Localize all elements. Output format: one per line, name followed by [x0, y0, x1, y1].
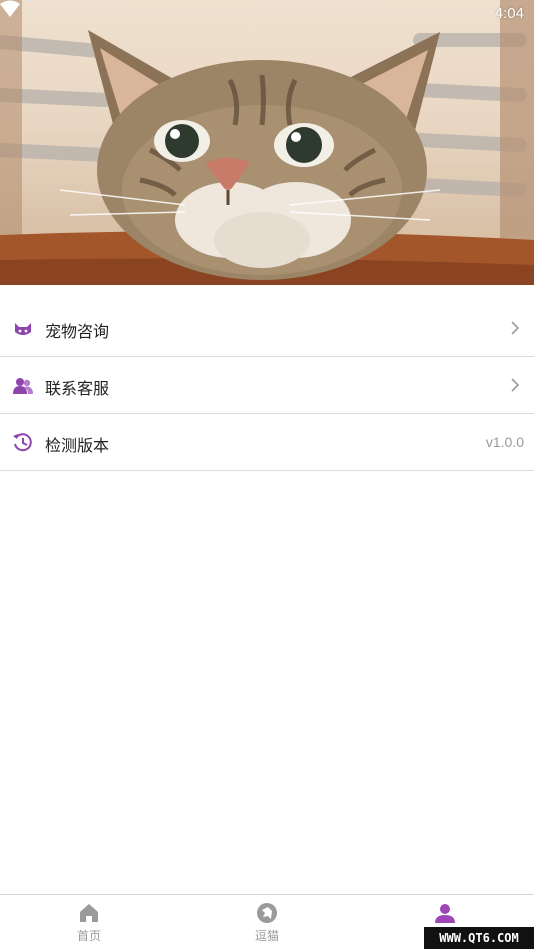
- settings-menu: 宠物咨询 联系客服 检测版本 v1.0.0: [0, 300, 534, 471]
- header-cat-photo: 4:04: [0, 0, 534, 285]
- pet-icon: [257, 903, 277, 923]
- menu-item-check-version[interactable]: 检测版本 v1.0.0: [0, 414, 534, 471]
- status-time: 4:04: [494, 5, 524, 22]
- history-icon: [13, 433, 32, 452]
- home-icon: [80, 904, 98, 922]
- menu-item-contact-support[interactable]: 联系客服: [0, 357, 534, 414]
- wifi-icon: [0, 0, 20, 17]
- menu-item-label: 检测版本: [45, 436, 110, 455]
- user-icon: [435, 904, 455, 923]
- chevron-right-icon: [511, 378, 520, 392]
- status-bar: 4:04: [0, 0, 534, 28]
- menu-item-label: 宠物咨询: [45, 322, 110, 341]
- watermark: WWW.QT6.COM: [424, 927, 534, 949]
- tab-play-cat[interactable]: 逗猫: [227, 901, 307, 947]
- menu-item-pet-consult[interactable]: 宠物咨询: [0, 300, 534, 357]
- cat-icon: [15, 323, 31, 335]
- menu-item-label: 联系客服: [45, 379, 110, 398]
- chevron-right-icon: [511, 321, 520, 335]
- tab-label: 首页: [76, 929, 101, 943]
- users-icon: [13, 378, 33, 394]
- version-text: v1.0.0: [485, 434, 524, 450]
- tab-label: 逗猫: [254, 929, 279, 943]
- cat-illustration: [0, 0, 534, 285]
- tab-home[interactable]: 首页: [49, 901, 129, 947]
